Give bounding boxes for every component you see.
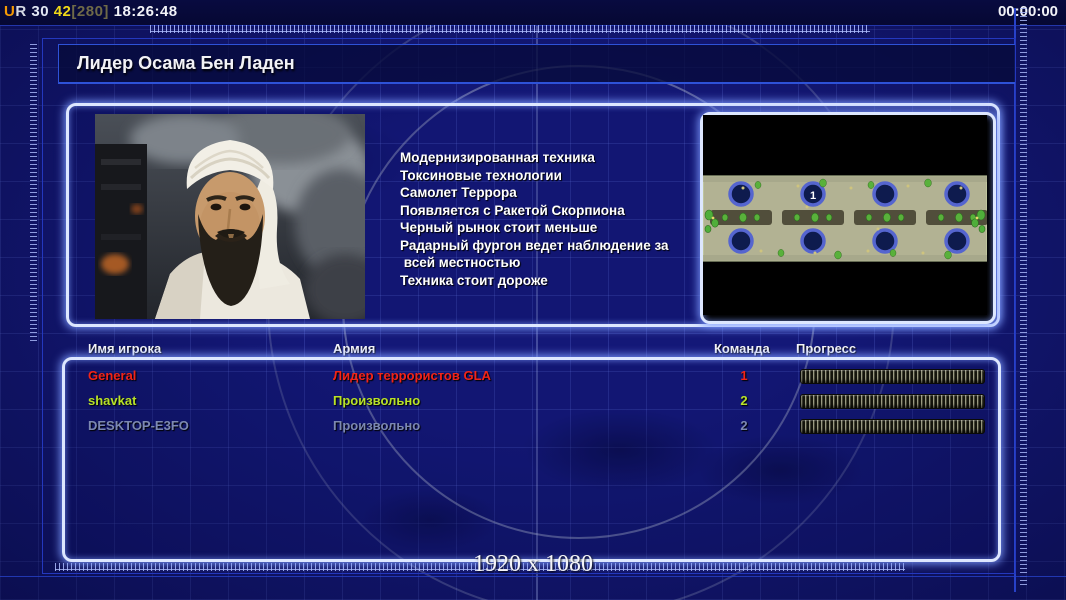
general-features-list: Модернизированная техника Токсиновые техн… (400, 149, 710, 289)
status-segment: 42 (49, 3, 72, 20)
game-loading-screen: UR 30 42[280] 18:26:48 00:00:00 Лидер Ос… (0, 0, 1066, 600)
map-bush (955, 212, 963, 223)
status-bar-stats: UR 30 42[280] 18:26:48 (4, 3, 178, 20)
svg-text:1: 1 (810, 190, 816, 202)
player-load-progress-bar (800, 419, 985, 434)
feature-line: всей местностью (400, 255, 521, 270)
status-segment: 30 (26, 3, 50, 20)
status-segment: R (15, 3, 27, 20)
map-start-position (872, 181, 898, 207)
map-bush (883, 212, 891, 223)
player-name: DESKTOP-E3FO (88, 418, 189, 433)
map-bush (937, 213, 945, 222)
map-start-position (944, 181, 970, 207)
feature-line: Самолет Террора (400, 185, 517, 200)
player-name: General (88, 368, 137, 383)
map-preview: 1 (700, 112, 996, 324)
player-team: 2 (740, 418, 748, 433)
map-bush (865, 213, 873, 222)
map-bush (811, 212, 819, 223)
header-team: Команда (714, 341, 770, 356)
map-start-position (728, 181, 754, 207)
title-bar: Лидер Осама Бен Ладен (58, 44, 1015, 84)
map-preview-image: 1 (703, 115, 987, 315)
feature-line: Токсиновые технологии (400, 167, 562, 183)
header-progress: Прогресс (796, 341, 857, 356)
map-start-position (800, 228, 826, 254)
feature-line: Модернизированная техника (400, 150, 595, 165)
player-row: DESKTOP-E3FO Произвольно 2 (62, 413, 995, 438)
player-load-progress-bar (800, 369, 985, 384)
resolution-label: 1920 x 1080 (473, 551, 593, 577)
map-bush (897, 213, 905, 222)
feature-line: Техника стоит дороже (400, 272, 548, 288)
map-bush (825, 213, 833, 222)
status-bar: UR 30 42[280] 18:26:48 00:00:00 (0, 0, 1066, 26)
map-bush (739, 212, 747, 223)
feature-line: Черный рынок стоит меньше (400, 220, 598, 235)
player-army: Произвольно (333, 393, 421, 408)
feature-line: Появляется с Ракетой Скорпиона (400, 202, 625, 218)
map-start-position (728, 228, 754, 254)
header-player-name: Имя игрока (88, 341, 162, 356)
general-portrait (95, 114, 365, 319)
map-start-position (872, 228, 898, 254)
status-segment: U (4, 3, 16, 20)
general-portrait-image (95, 114, 365, 319)
player-row: shavkat Произвольно 2 (62, 388, 995, 413)
map-bush (753, 213, 761, 222)
ruler-left (30, 44, 37, 344)
map-bush (721, 213, 729, 222)
status-segment: 18:26:48 (108, 3, 178, 20)
page-title: Лидер Осама Бен Ладен (77, 53, 295, 73)
map-bush (793, 213, 801, 222)
status-segment: [280] (71, 3, 109, 20)
player-team: 2 (740, 393, 748, 408)
map-start-position (944, 228, 970, 254)
player-team: 1 (740, 368, 748, 383)
ruler-right (1020, 8, 1027, 588)
feature-line: Радарный фургон ведет наблюдение за (400, 237, 669, 253)
player-army: Произвольно (333, 418, 421, 433)
match-timer: 00:00:00 (997, 3, 1058, 20)
player-row: General Лидер террористов GLA 1 (62, 363, 995, 388)
header-army: Армия (333, 341, 376, 356)
ruler-top (150, 25, 870, 33)
player-army: Лидер террористов GLA (333, 368, 491, 383)
player-name: shavkat (88, 393, 137, 408)
player-load-progress-bar (800, 394, 985, 409)
